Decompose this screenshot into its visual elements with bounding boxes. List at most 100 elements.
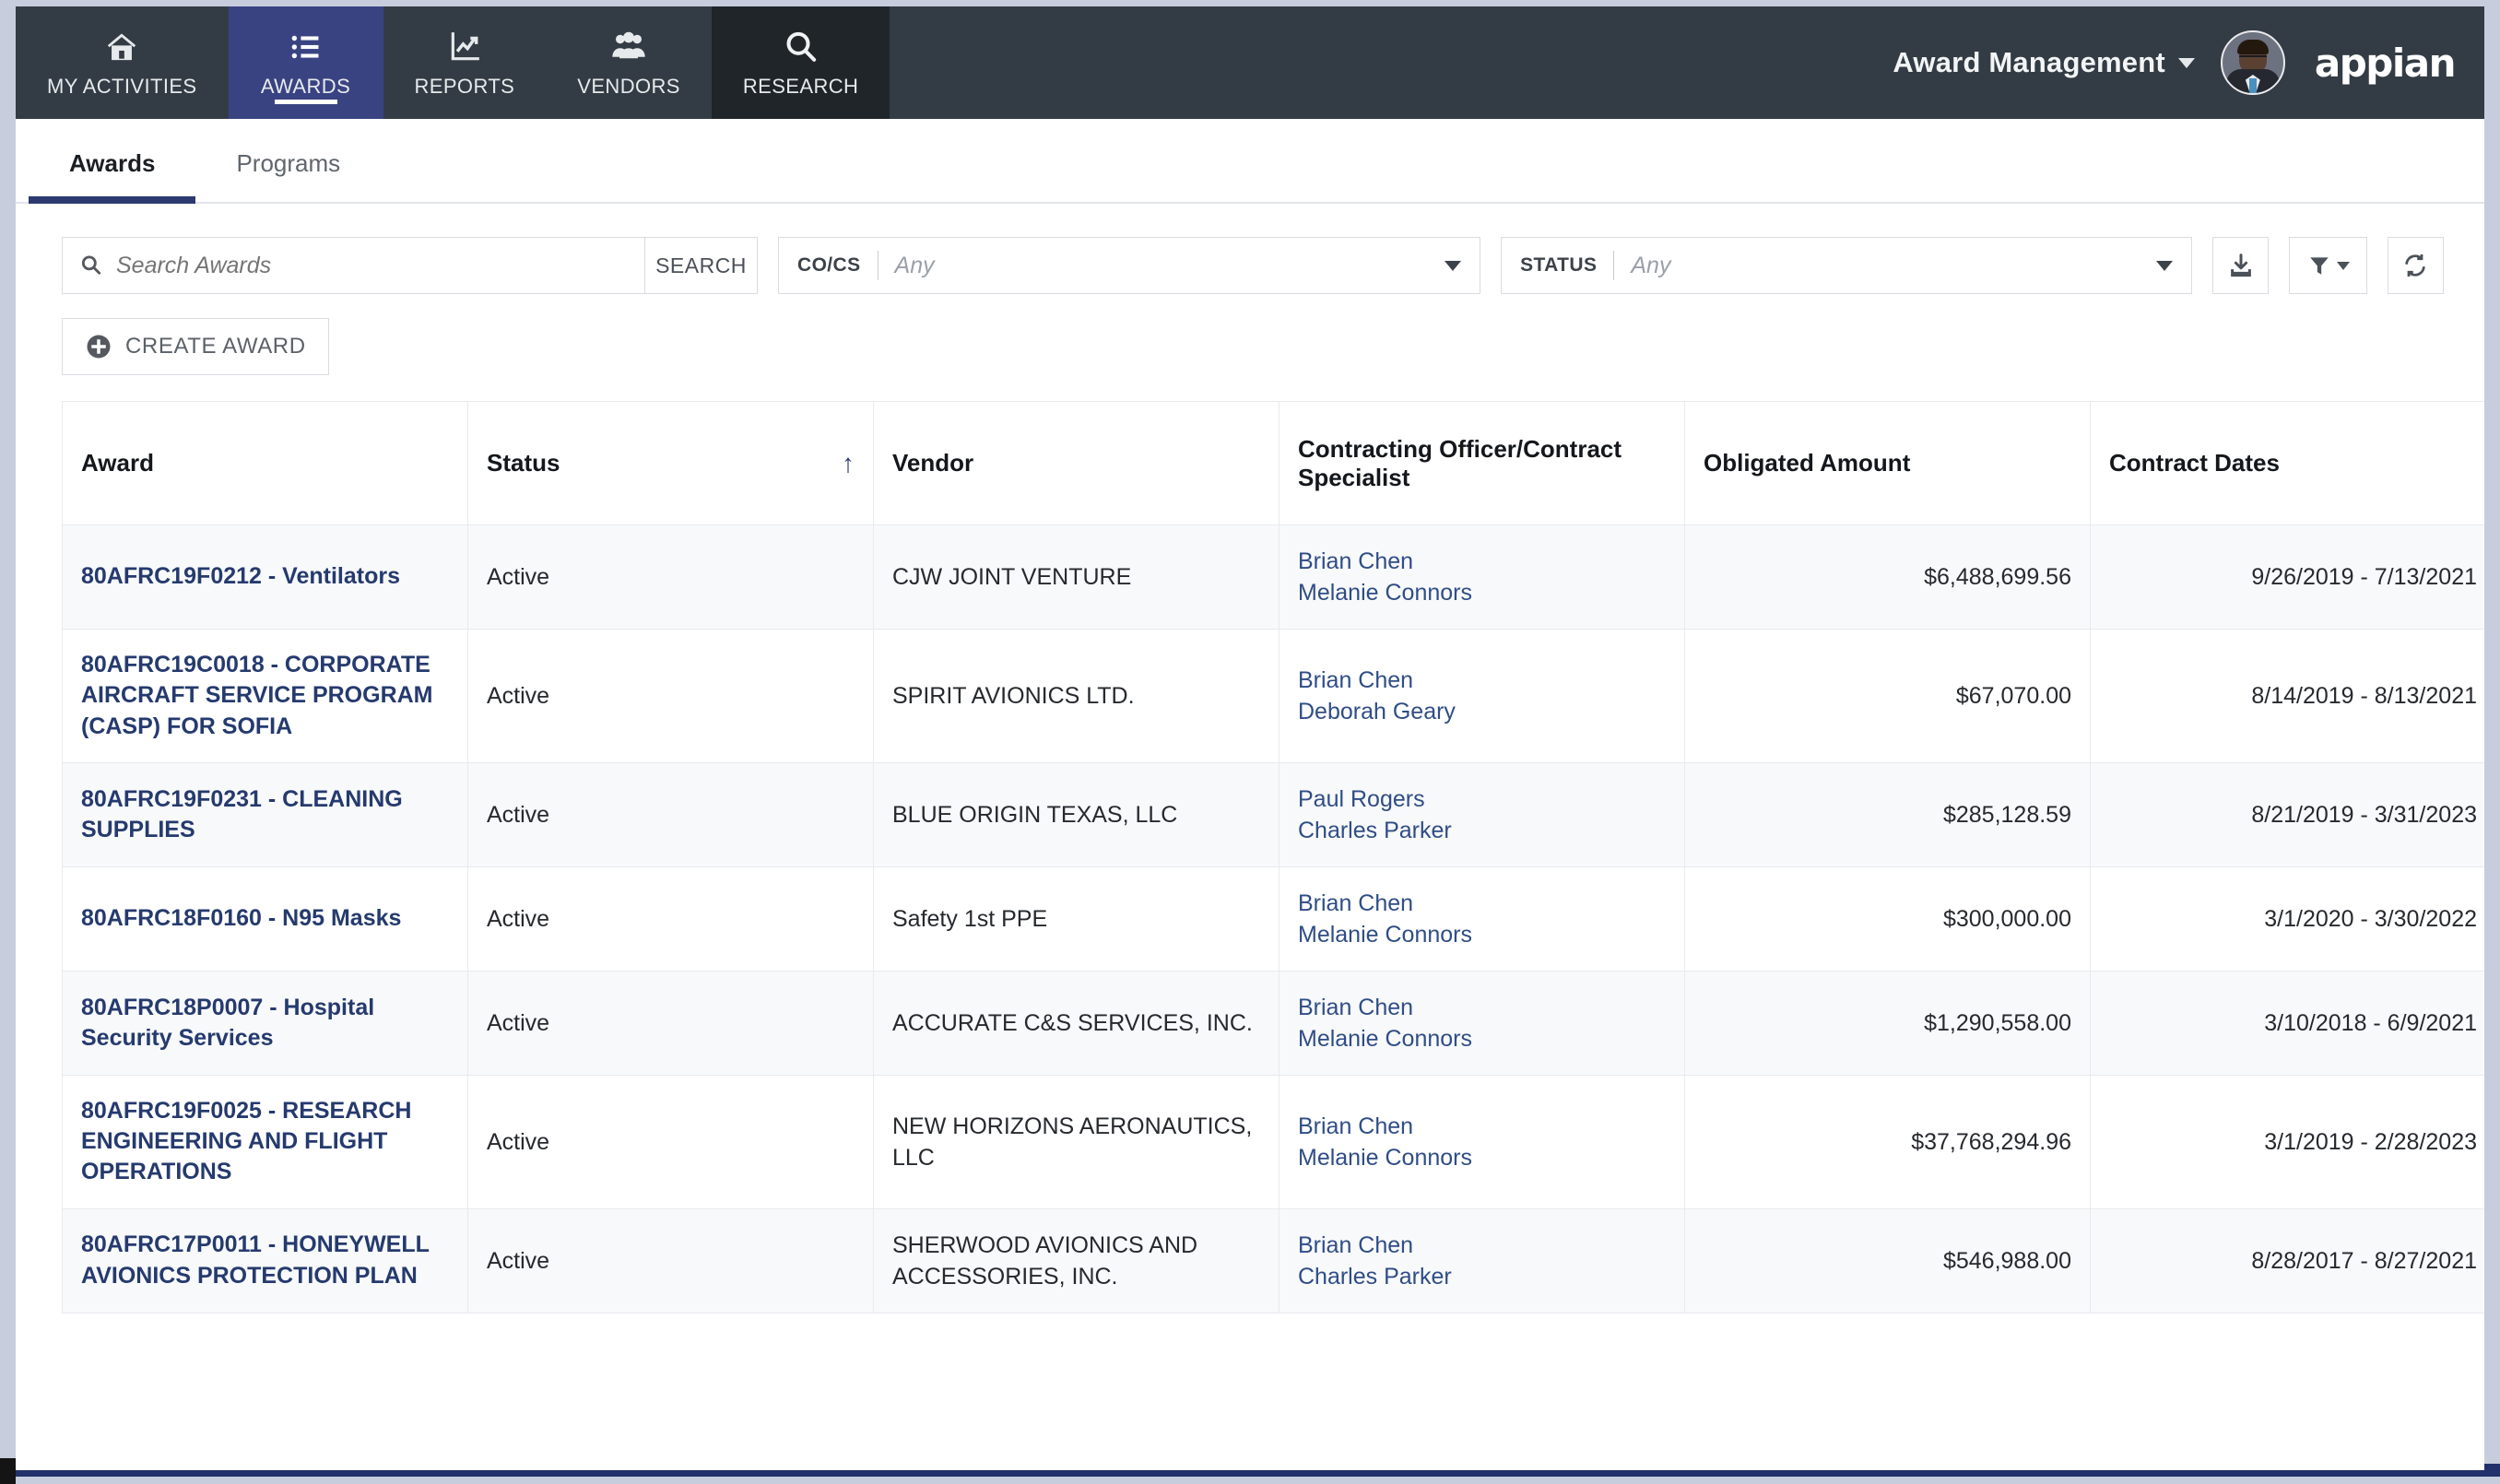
cell-obligated-amount: $37,768,294.96 (1684, 1074, 2091, 1209)
column-header-award[interactable]: Award (62, 401, 468, 525)
plus-circle-icon (87, 335, 111, 359)
table-row: 80AFRC18F0160 - N95 Masks Active Safety 1s… (62, 866, 2484, 972)
tab-label: Awards (69, 149, 156, 177)
cell-vendor: ACCURATE C&S SERVICES, INC. (873, 970, 1279, 1076)
chevron-down-icon (2336, 261, 2350, 270)
column-header-vendor[interactable]: Vendor (873, 401, 1279, 525)
award-link[interactable]: 80AFRC19F0231 - CLEANING SUPPLIES (81, 784, 449, 846)
nav-item-awards[interactable]: AWARDS (228, 6, 383, 119)
person-link[interactable]: Charles Parker (1298, 815, 1666, 846)
award-link[interactable]: 80AFRC19F0025 - RESEARCH ENGINEERING AND… (81, 1096, 449, 1188)
avatar-glasses (2238, 55, 2267, 63)
tab-label: Programs (236, 149, 341, 177)
search-button[interactable]: SEARCH (645, 237, 758, 294)
cell-status: Active (467, 524, 874, 630)
tab-awards[interactable]: Awards (29, 149, 196, 204)
nav-active-underline (274, 100, 337, 104)
cell-vendor: CJW JOINT VENTURE (873, 524, 1279, 630)
person-link[interactable]: Melanie Connors (1298, 1142, 1666, 1173)
column-header-contracting-officer[interactable]: Contracting Officer/Contract Specialist (1279, 401, 1685, 525)
chevron-down-icon[interactable] (2177, 57, 2195, 68)
cell-vendor: Safety 1st PPE (873, 866, 1279, 972)
column-header-status[interactable]: Status ↑ (467, 401, 874, 525)
search-box[interactable] (62, 237, 645, 294)
avatar-hair (2236, 40, 2269, 54)
person-link[interactable]: Brian Chen (1298, 888, 1666, 919)
divider (1613, 251, 1615, 280)
nav-label: RESEARCH (742, 74, 859, 98)
cell-obligated-amount: $546,988.00 (1684, 1207, 2091, 1313)
person-link[interactable]: Melanie Connors (1298, 919, 1666, 950)
list-icon (289, 28, 324, 66)
person-link[interactable]: Melanie Connors (1298, 1023, 1666, 1054)
nav-right-group: Award Management appian (1893, 6, 2484, 119)
app-title[interactable]: Award Management (1893, 46, 2164, 79)
cell-contract-dates: 3/10/2018 - 6/9/2021 (2090, 970, 2484, 1076)
window-corner (0, 1458, 16, 1484)
table-head: Award Status ↑ Vendor Contracting Office… (62, 401, 2484, 525)
table-row: 80AFRC17P0011 - HONEYWELL AVIONICS PROTE… (62, 1207, 2484, 1313)
person-link[interactable]: Deborah Geary (1298, 696, 1666, 727)
chevron-down-icon (1445, 260, 1462, 271)
person-link[interactable]: Melanie Connors (1298, 577, 1666, 608)
column-header-label: Contract Dates (2109, 449, 2280, 477)
divider (877, 251, 879, 280)
nav-item-my-activities[interactable]: MY ACTIVITIES (16, 6, 229, 119)
cell-award: 80AFRC19F0025 - RESEARCH ENGINEERING AND… (62, 1074, 468, 1209)
cell-award: 80AFRC18P0007 - Hospital Security Servic… (62, 970, 468, 1076)
nav-label: REPORTS (414, 74, 515, 98)
award-link[interactable]: 80AFRC18P0007 - Hospital Security Servic… (81, 993, 449, 1054)
cocs-filter-value: Any (894, 252, 935, 278)
cell-award: 80AFRC19C0018 - CORPORATE AIRCRAFT SERVI… (62, 629, 468, 763)
nav-item-reports[interactable]: REPORTS (383, 6, 547, 119)
nav-item-vendors[interactable]: VENDORS (546, 6, 712, 119)
filter-button[interactable] (2289, 237, 2367, 294)
sub-tab-bar: Awards Programs (16, 119, 2484, 204)
cell-obligated-amount: $67,070.00 (1684, 629, 2091, 763)
search-group: SEARCH (62, 237, 758, 294)
award-link[interactable]: 80AFRC19C0018 - CORPORATE AIRCRAFT SERVI… (81, 650, 449, 742)
cell-award: 80AFRC19F0212 - Ventilators (62, 524, 468, 630)
cocs-filter-dropdown[interactable]: CO/CS Any (778, 237, 1481, 294)
refresh-button[interactable] (2387, 237, 2444, 294)
tab-programs[interactable]: Programs (195, 149, 381, 202)
export-button[interactable] (2212, 237, 2270, 294)
search-input[interactable] (116, 252, 628, 279)
status-filter-dropdown[interactable]: STATUS Any (1501, 237, 2193, 294)
app-frame: MY ACTIVITIES AWARDS REPORTS VENDORS RES… (16, 6, 2484, 1470)
table-header-row: Award Status ↑ Vendor Contracting Office… (62, 401, 2484, 525)
table-row: 80AFRC19F0212 - Ventilators Active CJW JOI… (62, 524, 2484, 630)
cell-award: 80AFRC19F0231 - CLEANING SUPPLIES (62, 761, 468, 867)
home-icon (104, 28, 139, 66)
chevron-down-icon (2156, 260, 2174, 271)
column-header-obligated-amount[interactable]: Obligated Amount (1684, 401, 2091, 525)
person-link[interactable]: Paul Rogers (1298, 783, 1666, 815)
person-link[interactable]: Brian Chen (1298, 1230, 1666, 1261)
cell-obligated-amount: $300,000.00 (1684, 866, 2091, 972)
create-award-button[interactable]: CREATE AWARD (62, 318, 329, 375)
awards-grid-wrapper: Award Status ↑ Vendor Contracting Office… (16, 375, 2484, 1313)
cell-award: 80AFRC17P0011 - HONEYWELL AVIONICS PROTE… (62, 1207, 468, 1313)
table-row: 80AFRC19C0018 - CORPORATE AIRCRAFT SERVI… (62, 629, 2484, 763)
nav-item-research[interactable]: RESEARCH (711, 6, 890, 119)
person-link[interactable]: Brian Chen (1298, 665, 1666, 696)
top-navigation-bar: MY ACTIVITIES AWARDS REPORTS VENDORS RES… (16, 6, 2484, 119)
cell-status: Active (467, 629, 874, 763)
cell-contract-dates: 8/14/2019 - 8/13/2021 (2090, 629, 2484, 763)
cell-contract-dates: 9/26/2019 - 7/13/2021 (2090, 524, 2484, 630)
person-link[interactable]: Brian Chen (1298, 546, 1666, 577)
award-link[interactable]: 80AFRC18F0160 - N95 Masks (81, 903, 449, 934)
column-header-label: Award (81, 449, 154, 477)
cell-status: Active (467, 970, 874, 1076)
award-link[interactable]: 80AFRC19F0212 - Ventilators (81, 561, 449, 592)
chart-icon (447, 28, 482, 66)
filter-toolbar: SEARCH CO/CS Any STATUS Any (16, 204, 2484, 294)
person-link[interactable]: Charles Parker (1298, 1261, 1666, 1292)
appian-logo[interactable]: appian (2315, 41, 2457, 86)
cell-contract-dates: 3/1/2019 - 2/28/2023 (2090, 1074, 2484, 1209)
person-link[interactable]: Brian Chen (1298, 992, 1666, 1023)
avatar[interactable] (2220, 30, 2285, 95)
column-header-contract-dates[interactable]: Contract Dates (2090, 401, 2484, 525)
person-link[interactable]: Brian Chen (1298, 1111, 1666, 1142)
award-link[interactable]: 80AFRC17P0011 - HONEYWELL AVIONICS PROTE… (81, 1230, 449, 1291)
